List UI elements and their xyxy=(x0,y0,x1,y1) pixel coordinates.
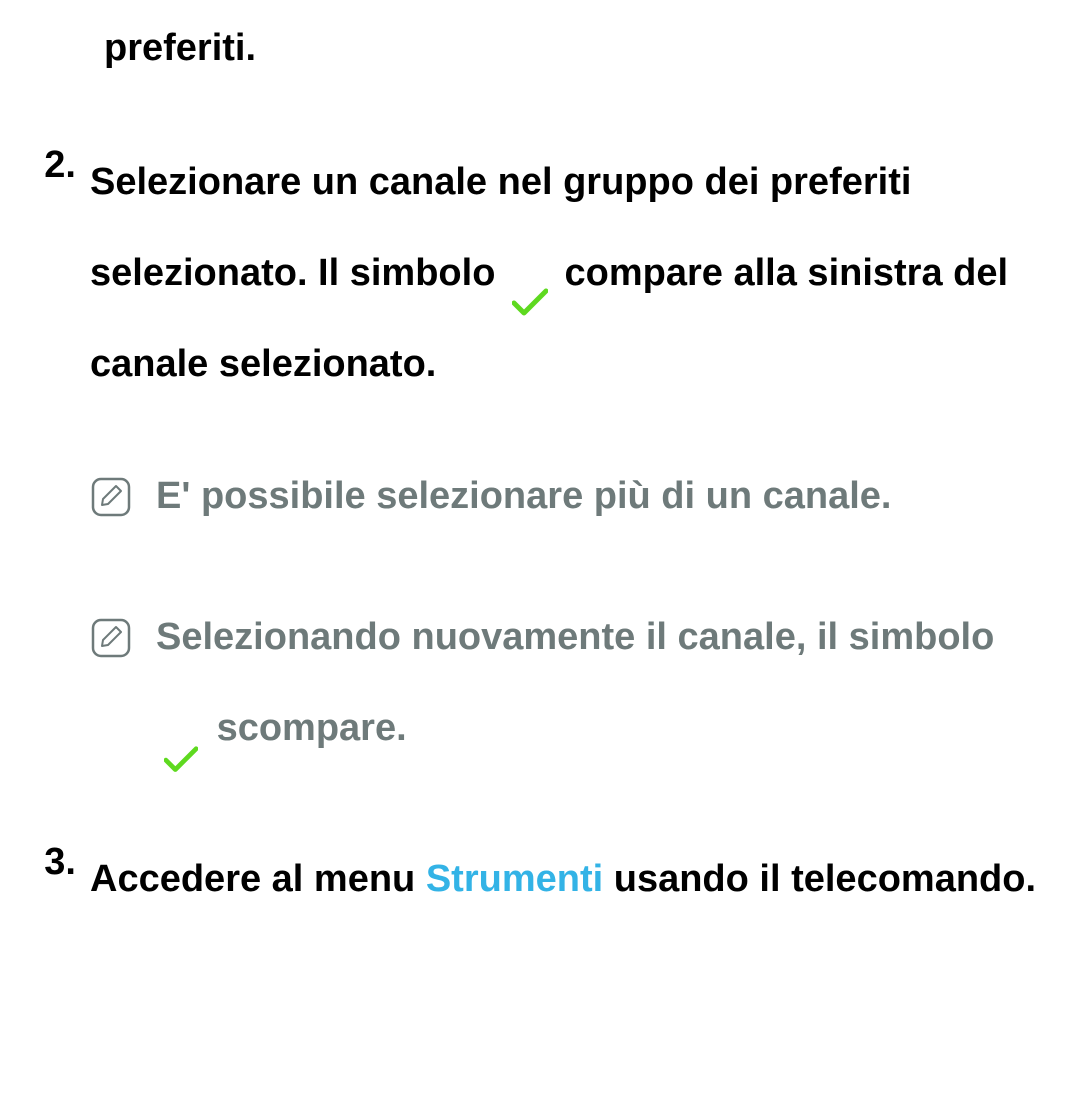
note-icon xyxy=(90,602,132,644)
list-number-3: 3. xyxy=(30,834,90,925)
note-item-1: E' possibile selezionare più di un canal… xyxy=(90,451,1050,542)
list-content-2: Selezionare un canale nel gruppo dei pre… xyxy=(90,137,1050,824)
list-item-2: 2. Selezionare un canale nel gruppo dei … xyxy=(30,137,1050,824)
orphan-text-content: preferiti. xyxy=(104,27,256,69)
check-icon xyxy=(512,260,548,290)
list-content-3: Accedere al menu Strumenti usando il tel… xyxy=(90,834,1050,925)
note-1-text: E' possibile selezionare più di un canal… xyxy=(156,451,1050,542)
item3-text-after: usando il telecomando. xyxy=(603,858,1036,900)
note-item-2: Selezionando nuovamente il canale, il si… xyxy=(90,592,1050,774)
note-2-text-before: Selezionando nuovamente il canale, il si… xyxy=(156,616,994,658)
note-2-text: Selezionando nuovamente il canale, il si… xyxy=(156,592,1050,774)
notes-block: E' possibile selezionare più di un canal… xyxy=(90,451,1050,775)
list-number-2: 2. xyxy=(30,137,90,824)
orphan-continuation-text: preferiti. xyxy=(90,20,1050,77)
note-2-text-after: scompare. xyxy=(217,707,407,749)
item3-highlight: Strumenti xyxy=(426,858,603,900)
item3-text-before: Accedere al menu xyxy=(90,858,426,900)
note-icon xyxy=(90,461,132,503)
list-item-3: 3. Accedere al menu Strumenti usando il … xyxy=(30,834,1050,925)
check-icon xyxy=(164,716,198,744)
